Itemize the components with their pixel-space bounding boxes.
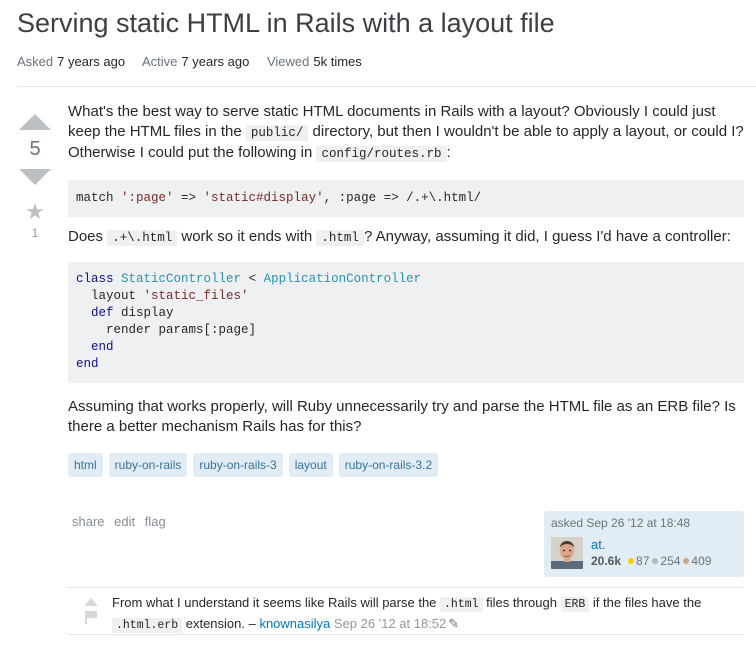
- inline-code: .html: [316, 230, 364, 246]
- code-text: display: [113, 306, 174, 320]
- code-text: render params[:page]: [76, 323, 257, 337]
- bronze-badge-icon: [683, 558, 690, 565]
- comment-date[interactable]: Sep 26 '12 at 18:52: [334, 616, 446, 631]
- tag-ruby-on-rails-3-2[interactable]: ruby-on-rails-3.2: [338, 453, 439, 477]
- silver-badge-count: 254: [660, 554, 681, 568]
- asked-label: Asked: [17, 54, 54, 69]
- tag-list: html ruby-on-rails ruby-on-rails-3 layou…: [68, 453, 744, 477]
- code-class: ApplicationController: [263, 272, 422, 286]
- edit-link[interactable]: edit: [114, 514, 135, 529]
- question-title[interactable]: Serving static HTML in Rails with a layo…: [17, 8, 555, 39]
- comment-flag-icon[interactable]: [84, 611, 98, 624]
- owner-card: asked Sep 26 '12 at 18:48 at. 20.6k 87 254…: [544, 511, 744, 577]
- tag-ruby-on-rails-3[interactable]: ruby-on-rails-3: [193, 453, 283, 477]
- inline-code: public/: [245, 125, 309, 141]
- comment-list: From what I understand it seems like Rai…: [68, 587, 744, 635]
- code-string: 'static#display': [203, 191, 324, 205]
- downvote-arrow-icon[interactable]: [19, 169, 51, 185]
- code-text: <: [241, 272, 264, 286]
- comment-user-link[interactable]: knownasilya: [259, 616, 330, 631]
- code-keyword: end: [76, 357, 99, 371]
- vote-count: 5: [29, 138, 41, 160]
- comment-text: files through: [482, 595, 561, 610]
- flag-link[interactable]: flag: [145, 514, 166, 529]
- code-text: match: [76, 191, 122, 205]
- code-text: , :page => /.+\.html/: [323, 191, 482, 205]
- gold-badge-icon: [628, 558, 635, 565]
- body-text: work so it ends with: [177, 228, 317, 245]
- inline-code: ERB: [560, 597, 590, 612]
- body-text: :: [446, 144, 451, 161]
- question-meta: Asked 7 years ago Active 7 years ago Viewe…: [17, 54, 376, 69]
- code-block-route: match ':page' => 'static#display', :page…: [68, 180, 744, 217]
- post-menu: share edit flag: [72, 514, 172, 529]
- comment: From what I understand it seems like Rai…: [112, 593, 732, 635]
- comment-text: if the files have the: [589, 595, 702, 610]
- share-link[interactable]: share: [72, 514, 105, 529]
- user-name-link[interactable]: at.: [591, 537, 605, 552]
- question-body: What's the best way to serve static HTML…: [68, 102, 744, 477]
- favorite-count: 1: [31, 226, 39, 240]
- body-paragraph-3: Assuming that works properly, will Ruby …: [68, 398, 736, 435]
- body-paragraph-1: What's the best way to serve static HTML…: [68, 102, 744, 164]
- favorite-star-icon[interactable]: ★: [15, 201, 55, 223]
- comment-text: extension. –: [182, 616, 260, 631]
- comment-actions: [84, 598, 102, 624]
- inline-code: .+\.html: [107, 230, 178, 246]
- code-string: 'static_files': [143, 289, 249, 303]
- comment-text: From what I understand it seems like Rai…: [112, 595, 441, 610]
- viewed-value: 5k times: [313, 54, 362, 69]
- code-keyword: end: [76, 340, 114, 354]
- code-keyword: def: [76, 306, 114, 320]
- avatar[interactable]: [551, 537, 583, 569]
- silver-badge-icon: [652, 558, 659, 565]
- inline-code: config/routes.rb: [316, 146, 447, 162]
- user-stats: 20.6k 87 254 409: [591, 554, 711, 568]
- active-label: Active: [141, 54, 178, 69]
- code-text: =>: [173, 191, 204, 205]
- asked-timestamp[interactable]: asked Sep 26 '12 at 18:48: [551, 516, 737, 530]
- header-divider: [17, 86, 756, 87]
- upvote-arrow-icon[interactable]: [19, 114, 51, 130]
- pencil-icon[interactable]: ✎: [448, 614, 459, 633]
- tag-html[interactable]: html: [68, 453, 103, 477]
- active-value[interactable]: 7 years ago: [181, 54, 249, 69]
- body-text: Does: [68, 228, 108, 245]
- reputation-score: 20.6k: [591, 554, 622, 568]
- gold-badge-count: 87: [636, 554, 650, 568]
- asked-value: 7 years ago: [57, 54, 126, 69]
- body-text: ? Anyway, assuming it did, I guess I'd h…: [363, 228, 731, 245]
- comment-upvote-icon[interactable]: [84, 598, 98, 606]
- inline-code: .html: [440, 597, 483, 612]
- code-keyword: class: [76, 272, 114, 286]
- code-string: ':page': [121, 191, 174, 205]
- code-block-controller: class StaticController < ApplicationCont…: [68, 262, 744, 383]
- code-class: StaticController: [121, 272, 242, 286]
- code-text: layout: [76, 289, 144, 303]
- viewed-label: Viewed: [266, 54, 310, 69]
- inline-code: .html.erb: [112, 618, 183, 633]
- tag-ruby-on-rails[interactable]: ruby-on-rails: [108, 453, 188, 477]
- bronze-badge-count: 409: [691, 554, 712, 568]
- body-paragraph-2: Does .+\.html work so it ends with .html…: [68, 227, 744, 248]
- vote-cell: 5 ★ 1: [15, 106, 55, 240]
- tag-layout[interactable]: layout: [288, 453, 333, 477]
